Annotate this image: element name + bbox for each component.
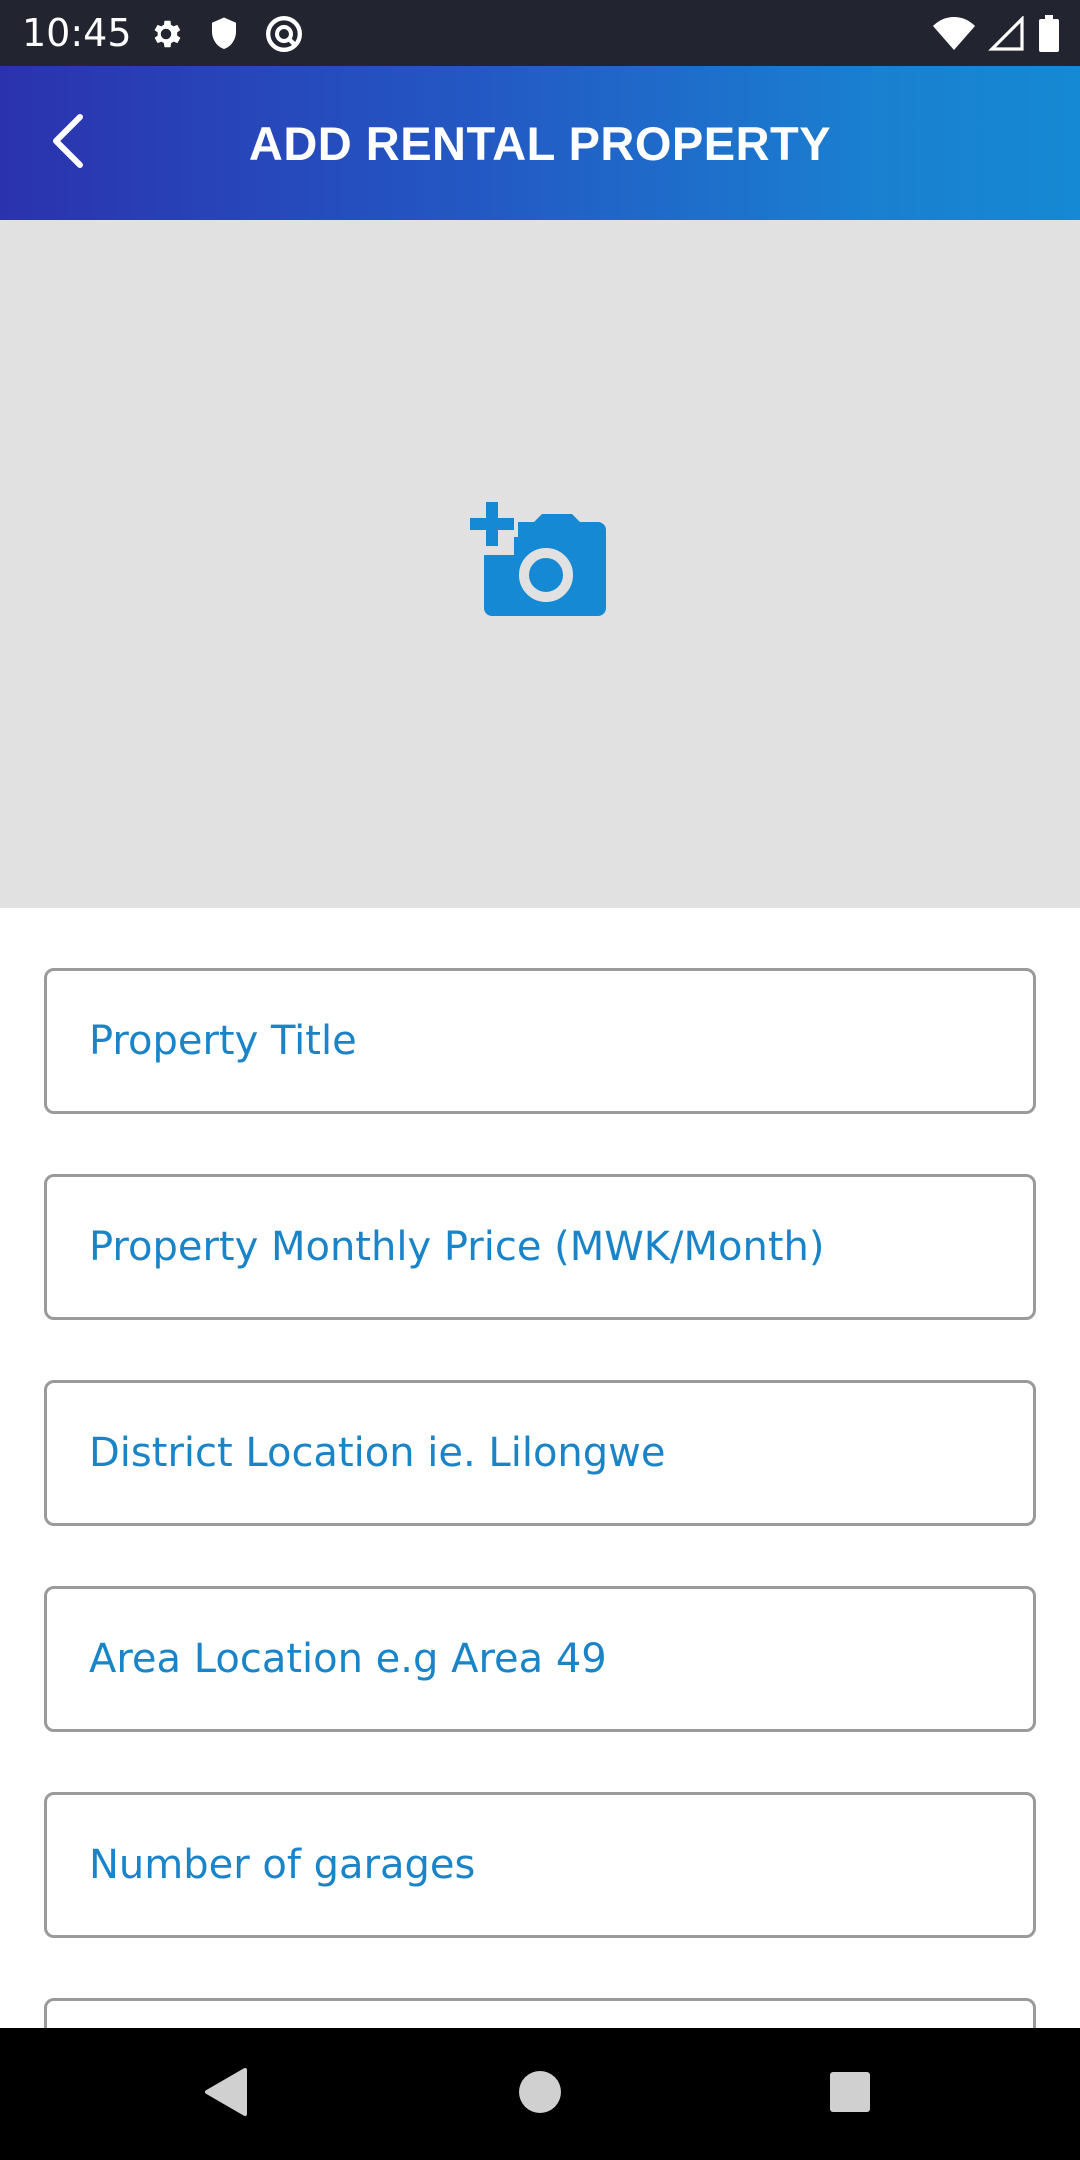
field-placeholder: Number of garages [89, 1842, 476, 1888]
field-placeholder: Property Title [89, 1018, 357, 1064]
property-title-field[interactable]: Property Title [44, 968, 1036, 1114]
garages-field[interactable]: Number of garages [44, 1792, 1036, 1938]
field-placeholder: Property Monthly Price (MWK/Month) [89, 1224, 825, 1270]
recents-square-icon [828, 2070, 872, 2118]
property-form: Property Title Property Monthly Price (M… [44, 968, 1036, 2160]
vpn-icon [264, 14, 304, 54]
add-a-photo-icon [466, 502, 606, 631]
home-circle-icon [517, 2069, 563, 2119]
field-placeholder: Area Location e.g Area 49 [89, 1636, 607, 1682]
shield-icon [208, 16, 240, 52]
signal-icon [988, 16, 1026, 52]
settings-icon [148, 16, 184, 52]
page-title: ADD RENTAL PROPERTY [248, 116, 832, 170]
nav-back-button[interactable] [196, 2064, 256, 2124]
status-bar: 10:45 [0, 0, 1080, 66]
monthly-price-field[interactable]: Property Monthly Price (MWK/Month) [44, 1174, 1036, 1320]
status-left-icons [148, 12, 304, 56]
back-triangle-icon [203, 2067, 249, 2121]
nav-home-button[interactable] [510, 2064, 570, 2124]
status-time: 10:45 [22, 11, 132, 55]
district-location-field[interactable]: District Location ie. Lilongwe [44, 1380, 1036, 1526]
battery-icon [1038, 15, 1060, 53]
area-location-field[interactable]: Area Location e.g Area 49 [44, 1586, 1036, 1732]
add-rental-property-screen: 10:45 ADD RENTAL PROPERTY Property Title… [0, 0, 1080, 2160]
wifi-icon [932, 16, 976, 52]
field-placeholder: District Location ie. Lilongwe [89, 1430, 666, 1476]
add-photo-button[interactable] [466, 497, 606, 627]
nav-recents-button[interactable] [820, 2064, 880, 2124]
status-right-icons [932, 12, 1060, 56]
system-nav-bar [0, 2028, 1080, 2160]
app-bar: ADD RENTAL PROPERTY [0, 66, 1080, 220]
